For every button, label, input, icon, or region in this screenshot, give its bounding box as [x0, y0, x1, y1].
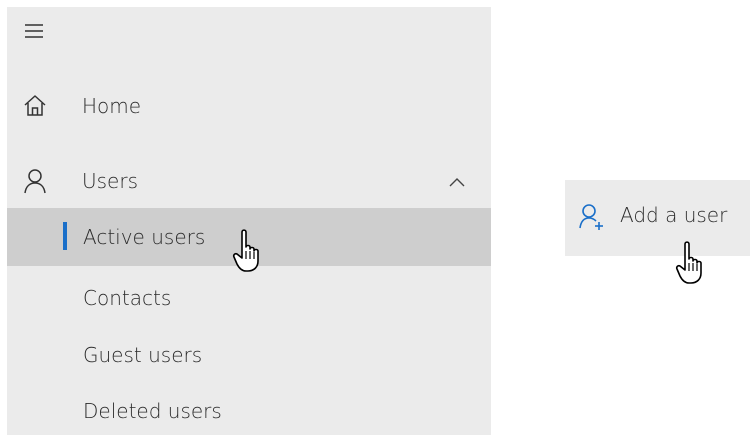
- hamburger-icon[interactable]: [24, 22, 46, 42]
- nav-item-label: Users: [82, 169, 139, 193]
- sidebar-item-contacts[interactable]: Contacts: [7, 276, 491, 320]
- add-user-label: Add a user: [620, 203, 728, 227]
- sidebar-item-label: Contacts: [83, 286, 172, 310]
- nav-item-users[interactable]: Users: [7, 155, 491, 207]
- sidebar-item-deleted-users[interactable]: Deleted users: [7, 389, 491, 433]
- screen: Home Users Active users Contacts Guest u…: [0, 0, 750, 441]
- navigation-pane: Home Users Active users Contacts Guest u…: [7, 7, 491, 435]
- sidebar-item-active-users[interactable]: Active users: [7, 208, 491, 266]
- sidebar-item-label: Guest users: [83, 343, 203, 367]
- add-person-icon: [578, 202, 606, 232]
- sidebar-item-label: Deleted users: [83, 399, 222, 423]
- add-user-button[interactable]: Add a user: [565, 180, 750, 256]
- person-icon: [21, 167, 49, 195]
- sidebar-item-guest-users[interactable]: Guest users: [7, 333, 491, 377]
- selected-indicator: [63, 222, 67, 250]
- chevron-up-icon[interactable]: [447, 174, 467, 188]
- sidebar-item-label: Active users: [83, 225, 206, 249]
- nav-item-label: Home: [82, 94, 142, 118]
- home-icon: [21, 92, 49, 120]
- nav-item-home[interactable]: Home: [7, 83, 491, 129]
